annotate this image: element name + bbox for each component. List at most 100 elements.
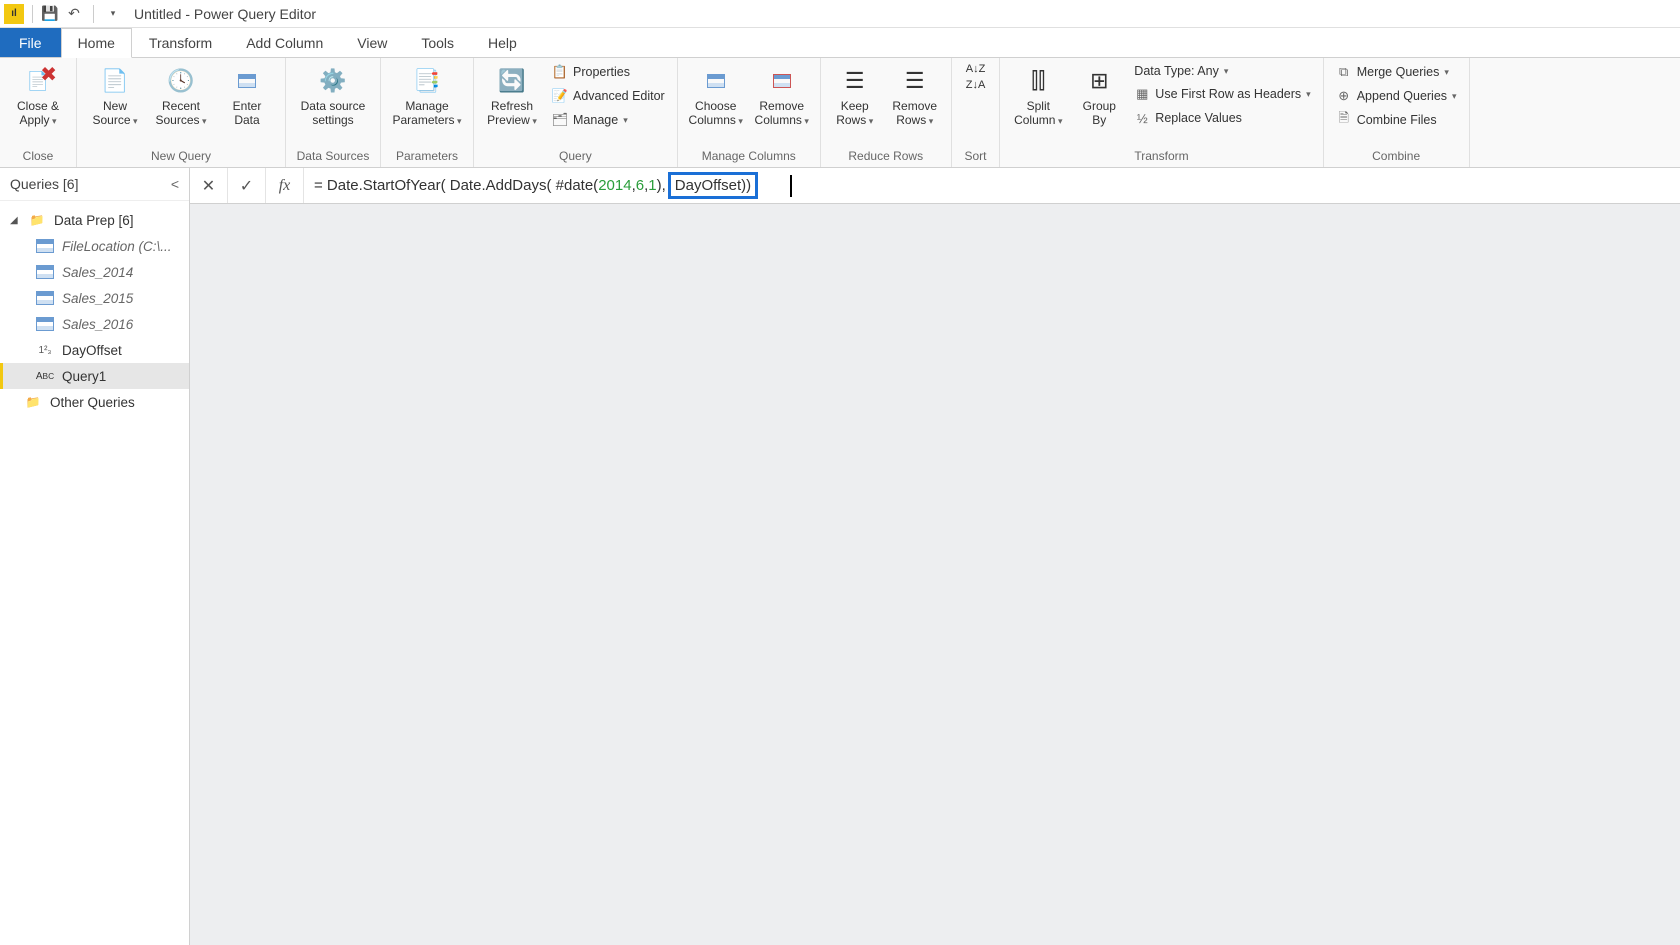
data-type-button[interactable]: Data Type: Any	[1130, 62, 1314, 80]
sort-desc-button[interactable]: Z↓A	[960, 78, 992, 92]
choose-columns-button[interactable]: Choose Columns	[686, 62, 746, 130]
enter-data-button[interactable]: Enter Data	[217, 62, 277, 130]
query-group-other[interactable]: 📁 Other Queries	[0, 389, 189, 415]
group-label-transform: Transform	[1008, 147, 1314, 165]
manage-parameters-button[interactable]: 📑 Manage Parameters	[389, 62, 465, 130]
table-icon	[36, 238, 54, 254]
table-icon	[36, 316, 54, 332]
query-label: Sales_2015	[62, 291, 133, 306]
group-manage-columns: Choose Columns Remove Columns Manage Col…	[678, 58, 821, 167]
enter-data-icon	[230, 64, 264, 98]
properties-icon: 📋	[552, 64, 568, 80]
combine-files-button[interactable]: 🗎Combine Files	[1332, 110, 1461, 130]
group-sort: A↓Z Z↓A Sort	[952, 58, 1001, 167]
choose-columns-icon	[699, 64, 733, 98]
query-item-sales-2014[interactable]: Sales_2014	[0, 259, 189, 285]
tab-transform[interactable]: Transform	[132, 28, 229, 57]
manage-parameters-icon: 📑	[410, 64, 444, 98]
append-queries-button[interactable]: ⊕Append Queries	[1332, 86, 1461, 106]
collapse-queries-icon[interactable]: <	[171, 176, 179, 192]
group-label-query: Query	[482, 147, 669, 165]
manage-query-button[interactable]: 🗂Manage	[548, 110, 669, 130]
table-icon	[36, 290, 54, 306]
cancel-formula-button[interactable]: ✕	[190, 168, 228, 203]
split-column-icon: ⫿⫿	[1021, 64, 1055, 98]
tab-help[interactable]: Help	[471, 28, 534, 57]
work-area: Queries [6] < ◢ 📁 Data Prep [6] FileLoca…	[0, 168, 1680, 945]
remove-columns-icon	[765, 64, 799, 98]
query-label: DayOffset	[62, 343, 122, 358]
expand-icon: ◢	[10, 215, 20, 226]
recent-sources-icon: 🕓	[164, 64, 198, 98]
formula-highlight: DayOffset))	[668, 172, 758, 199]
first-row-headers-button[interactable]: ▦Use First Row as Headers	[1130, 84, 1314, 104]
refresh-preview-button[interactable]: 🔄 Refresh Preview	[482, 62, 542, 130]
remove-rows-button[interactable]: ☰ Remove Rows	[887, 62, 943, 130]
merge-queries-button[interactable]: ⧉Merge Queries	[1332, 62, 1461, 82]
merge-icon: ⧉	[1336, 64, 1352, 80]
replace-values-button[interactable]: ½Replace Values	[1130, 108, 1314, 128]
group-new-query: 📄 New Source 🕓 Recent Sources Enter Data…	[77, 58, 286, 167]
group-reduce-rows: ☰ Keep Rows ☰ Remove Rows Reduce Rows	[821, 58, 952, 167]
keep-rows-button[interactable]: ☰ Keep Rows	[829, 62, 881, 130]
group-label-newquery: New Query	[85, 147, 277, 165]
new-source-icon: 📄	[98, 64, 132, 98]
query-item-query1[interactable]: ABC Query1	[0, 363, 189, 389]
undo-icon[interactable]: ↶	[65, 5, 83, 23]
tab-file[interactable]: File	[0, 28, 61, 57]
group-by-button[interactable]: ⊞ Group By	[1074, 62, 1124, 130]
text-cursor	[790, 175, 792, 197]
tab-view[interactable]: View	[340, 28, 404, 57]
fx-icon[interactable]: fx	[266, 168, 304, 203]
group-query: 🔄 Refresh Preview 📋Properties 📝Advanced …	[474, 58, 678, 167]
sort-asc-button[interactable]: A↓Z	[960, 62, 992, 76]
recent-sources-button[interactable]: 🕓 Recent Sources	[151, 62, 211, 130]
query-item-dayoffset[interactable]: 1²₃ DayOffset	[0, 337, 189, 363]
close-apply-button[interactable]: ✖ 📄 Close & Apply	[8, 62, 68, 130]
data-source-settings-button[interactable]: ⚙️ Data source settings	[294, 62, 372, 130]
split-column-button[interactable]: ⫿⫿ Split Column	[1008, 62, 1068, 130]
remove-rows-icon: ☰	[898, 64, 932, 98]
commit-formula-button[interactable]: ✓	[228, 168, 266, 203]
main-column: ✕ ✓ fx = Date.StartOfYear( Date.AddDays(…	[190, 168, 1680, 945]
folder-icon: 📁	[24, 394, 42, 410]
abc-icon: ABC	[36, 368, 54, 384]
number-icon: 1²₃	[36, 342, 54, 358]
keep-rows-icon: ☰	[838, 64, 872, 98]
formula-input[interactable]: = Date.StartOfYear( Date.AddDays( #date(…	[304, 172, 1680, 199]
replace-icon: ½	[1134, 110, 1150, 126]
query-label: Sales_2014	[62, 265, 133, 280]
quick-access-toolbar: 💾 ↶ ▾	[37, 5, 126, 23]
query-item-filelocation--c-----[interactable]: FileLocation (C:\...	[0, 233, 189, 259]
group-by-icon: ⊞	[1082, 64, 1116, 98]
group-label-sort: Sort	[960, 147, 992, 165]
app-icon: ıl	[4, 4, 24, 24]
tab-home[interactable]: Home	[61, 28, 132, 58]
group-label-datasources: Data Sources	[294, 147, 372, 165]
query-label: Query1	[62, 369, 106, 384]
tab-add-column[interactable]: Add Column	[229, 28, 340, 57]
group-parameters: 📑 Manage Parameters Parameters	[381, 58, 474, 167]
query-item-sales-2015[interactable]: Sales_2015	[0, 285, 189, 311]
query-item-sales-2016[interactable]: Sales_2016	[0, 311, 189, 337]
group-label-reducerows: Reduce Rows	[829, 147, 943, 165]
advanced-editor-button[interactable]: 📝Advanced Editor	[548, 86, 669, 106]
combine-files-icon: 🗎	[1336, 112, 1352, 128]
new-source-button[interactable]: 📄 New Source	[85, 62, 145, 130]
formula-text: = Date.StartOfYear( Date.AddDays( #date(	[314, 177, 598, 194]
ribbon: ✖ 📄 Close & Apply Close 📄 New Source 🕓 R…	[0, 58, 1680, 168]
remove-columns-button[interactable]: Remove Columns	[752, 62, 812, 130]
query-group-data-prep[interactable]: ◢ 📁 Data Prep [6]	[0, 207, 189, 233]
table-icon	[36, 264, 54, 280]
tab-tools[interactable]: Tools	[404, 28, 471, 57]
title-bar: ıl 💾 ↶ ▾ Untitled - Power Query Editor	[0, 0, 1680, 28]
ribbon-tabs: File Home Transform Add Column View Tool…	[0, 28, 1680, 58]
properties-button[interactable]: 📋Properties	[548, 62, 669, 82]
group-label-parameters: Parameters	[389, 147, 465, 165]
append-icon: ⊕	[1336, 88, 1352, 104]
save-icon[interactable]: 💾	[41, 5, 59, 23]
queries-title: Queries [6]	[10, 176, 78, 192]
close-apply-icon: ✖ 📄	[21, 64, 55, 98]
group-label-combine: Combine	[1332, 147, 1461, 165]
qat-dropdown-icon[interactable]: ▾	[104, 5, 122, 23]
